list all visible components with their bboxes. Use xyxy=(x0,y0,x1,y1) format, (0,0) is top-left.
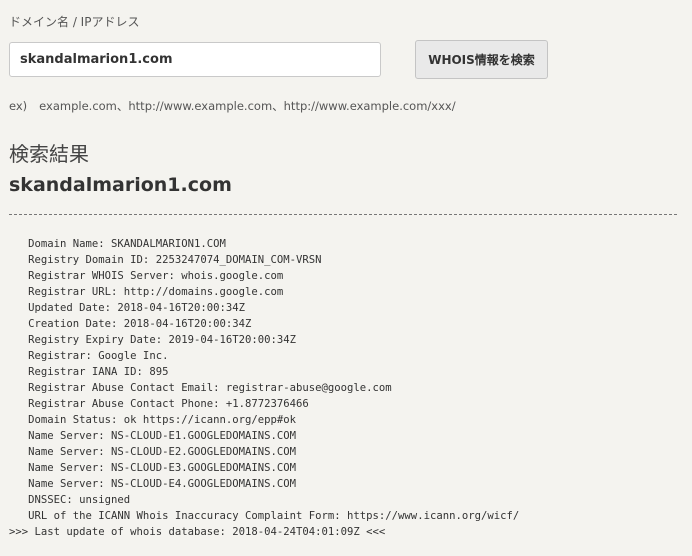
whois-line: Registrar Abuse Contact Phone: +1.877237… xyxy=(9,398,309,410)
whois-line: Domain Name: SKANDALMARION1.COM xyxy=(9,238,226,250)
results-divider xyxy=(9,214,677,215)
whois-search-button[interactable]: WHOIS情報を検索 xyxy=(415,40,548,79)
whois-line: Registrar URL: http://domains.google.com xyxy=(9,286,284,298)
whois-line: Updated Date: 2018-04-16T20:00:34Z xyxy=(9,302,245,314)
domain-field-label: ドメイン名 / IPアドレス xyxy=(9,15,140,29)
whois-line: Registrar WHOIS Server: whois.google.com xyxy=(9,270,284,282)
example-text: example.com、http://www.example.com、http:… xyxy=(39,99,456,113)
whois-line: Registry Expiry Date: 2019-04-16T20:00:3… xyxy=(9,334,297,346)
whois-line: DNSSEC: unsigned xyxy=(9,494,131,506)
whois-line: Registrar Abuse Contact Email: registrar… xyxy=(9,382,392,394)
whois-line: Creation Date: 2018-04-16T20:00:34Z xyxy=(9,318,252,330)
domain-input[interactable] xyxy=(9,42,381,77)
whois-line: URL of the ICANN Whois Inaccuracy Compla… xyxy=(9,510,520,522)
whois-line: Registrar IANA ID: 895 xyxy=(9,366,169,378)
input-example-hint: ex) example.com、http://www.example.com、ht… xyxy=(9,98,456,114)
whois-line: Registrar: Google Inc. xyxy=(9,350,169,362)
whois-line: Name Server: NS-CLOUD-E4.GOOGLEDOMAINS.C… xyxy=(9,478,297,490)
whois-line: Name Server: NS-CLOUD-E2.GOOGLEDOMAINS.C… xyxy=(9,446,297,458)
result-domain-title: skandalmarion1.com xyxy=(9,174,232,196)
whois-line: >>> Last update of whois database: 2018-… xyxy=(9,526,386,538)
whois-line: Domain Status: ok https://icann.org/epp#… xyxy=(9,414,297,426)
whois-line: Name Server: NS-CLOUD-E3.GOOGLEDOMAINS.C… xyxy=(9,462,297,474)
whois-record: Domain Name: SKANDALMARION1.COM Registry… xyxy=(9,236,519,540)
results-heading: 検索結果 xyxy=(9,142,89,166)
example-prefix: ex) xyxy=(9,99,28,113)
whois-lookup-page: ドメイン名 / IPアドレス WHOIS情報を検索 ex) example.com… xyxy=(0,0,692,556)
whois-line: Registry Domain ID: 2253247074_DOMAIN_CO… xyxy=(9,254,322,266)
whois-line: Name Server: NS-CLOUD-E1.GOOGLEDOMAINS.C… xyxy=(9,430,297,442)
